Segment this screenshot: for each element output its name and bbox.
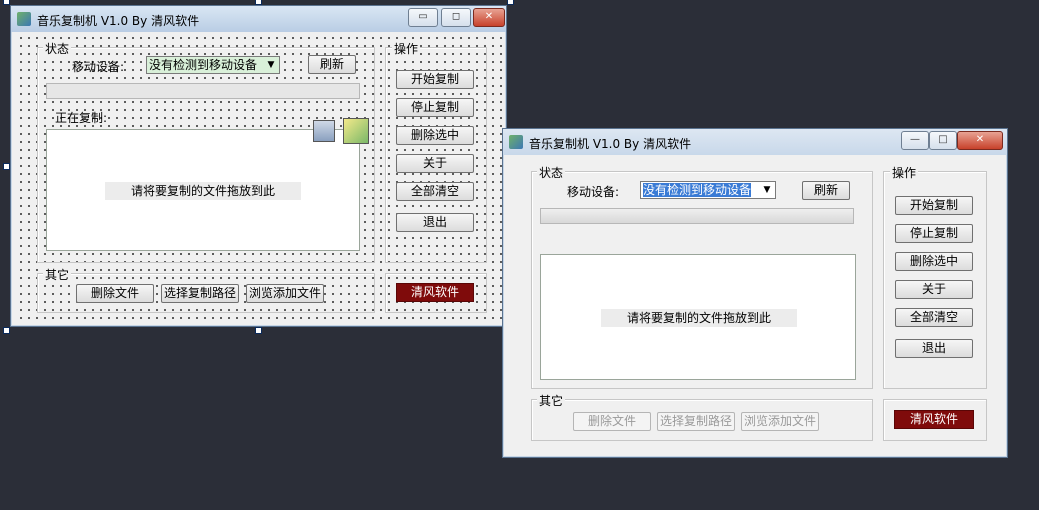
choose-path-button[interactable]: 选择复制路径 bbox=[161, 284, 239, 303]
device-label: 移动设备: bbox=[567, 185, 620, 199]
file-drop-area[interactable]: 请将要复制的文件拖放到此 bbox=[540, 254, 856, 380]
ops-group: 操作 开始复制 停止复制 删除选中 关于 全部清空 退出 bbox=[385, 40, 487, 263]
drop-hint: 请将要复制的文件拖放到此 bbox=[601, 309, 797, 327]
delete-selected-button[interactable]: 删除选中 bbox=[895, 252, 973, 271]
delete-selected-button[interactable]: 删除选中 bbox=[396, 126, 474, 145]
app-icon bbox=[17, 12, 31, 26]
close-button[interactable]: ✕ bbox=[957, 131, 1003, 150]
about-button[interactable]: 关于 bbox=[895, 280, 973, 299]
runtime-client: 状态 移动设备: 没有检测到移动设备 ▼ 刷新 请将要复制的文件拖放到此 操作 … bbox=[509, 159, 1001, 451]
component-icon[interactable] bbox=[313, 120, 335, 142]
file-drop-area[interactable]: 请将要复制的文件拖放到此 bbox=[46, 129, 360, 251]
designer-canvas: 状态 移动设备: 没有检测到移动设备 ▼ 刷新 正在复制: 请将要复制的文件拖放… bbox=[15, 32, 502, 322]
ops-group: 操作 开始复制 停止复制 删除选中 关于 全部清空 退出 bbox=[883, 164, 987, 389]
ops-group-label: 操作 bbox=[392, 40, 421, 57]
browse-add-button[interactable]: 浏览添加文件 bbox=[741, 412, 819, 431]
brand-button[interactable]: 清风软件 bbox=[894, 410, 974, 429]
other-group-label: 其它 bbox=[537, 392, 566, 409]
status-group: 状态 移动设备: 没有检测到移动设备 ▼ 刷新 请将要复制的文件拖放到此 bbox=[531, 164, 873, 389]
about-button[interactable]: 关于 bbox=[396, 154, 474, 173]
delete-file-button[interactable]: 删除文件 bbox=[573, 412, 651, 431]
resize-handle-ml[interactable] bbox=[3, 163, 10, 170]
maximize-button[interactable]: ◻ bbox=[441, 8, 471, 27]
exit-button[interactable]: 退出 bbox=[895, 339, 973, 358]
resize-handle-tc[interactable] bbox=[255, 0, 262, 5]
resize-handle-tl[interactable] bbox=[3, 0, 10, 5]
stop-copy-button[interactable]: 停止复制 bbox=[895, 224, 973, 243]
link-icon[interactable] bbox=[343, 118, 369, 144]
brand-group: 清风软件 bbox=[883, 399, 987, 441]
status-group: 状态 移动设备: 没有检测到移动设备 ▼ 刷新 正在复制: 请将要复制的文件拖放… bbox=[37, 40, 375, 263]
other-group: 其它 删除文件 选择复制路径 浏览添加文件 bbox=[37, 266, 375, 313]
status-group-label: 状态 bbox=[43, 40, 72, 57]
device-combo[interactable]: 没有检测到移动设备 ▼ bbox=[146, 56, 280, 74]
resize-handle-bc[interactable] bbox=[255, 327, 262, 334]
status-group-label: 状态 bbox=[537, 164, 566, 181]
start-copy-button[interactable]: 开始复制 bbox=[396, 70, 474, 89]
runtime-window: 音乐复制机 V1.0 By 清风软件 — □ ✕ 状态 移动设备: 没有检测到移… bbox=[502, 128, 1008, 458]
refresh-button[interactable]: 刷新 bbox=[308, 55, 356, 74]
clear-all-button[interactable]: 全部清空 bbox=[396, 182, 474, 201]
other-group-label: 其它 bbox=[43, 266, 72, 283]
exit-button[interactable]: 退出 bbox=[396, 213, 474, 232]
browse-add-button[interactable]: 浏览添加文件 bbox=[246, 284, 324, 303]
stop-copy-button[interactable]: 停止复制 bbox=[396, 98, 474, 117]
copy-progress bbox=[46, 83, 360, 99]
choose-path-button[interactable]: 选择复制路径 bbox=[657, 412, 735, 431]
other-group: 其它 删除文件 选择复制路径 浏览添加文件 bbox=[531, 392, 873, 441]
device-combo-value: 没有检测到移动设备 bbox=[149, 58, 258, 72]
device-combo[interactable]: 没有检测到移动设备 ▼ bbox=[640, 181, 776, 199]
minimize-button[interactable]: — bbox=[901, 131, 929, 150]
brand-group: 清风软件 bbox=[385, 273, 487, 313]
designer-titlebar: 音乐复制机 V1.0 By 清风软件 ▭ ◻ ✕ bbox=[11, 6, 506, 32]
close-button[interactable]: ✕ bbox=[473, 8, 505, 27]
copying-label: 正在复制: bbox=[55, 111, 108, 125]
maximize-button[interactable]: □ bbox=[929, 131, 957, 150]
app-icon bbox=[509, 135, 523, 149]
delete-file-button[interactable]: 删除文件 bbox=[76, 284, 154, 303]
device-combo-value: 没有检测到移动设备 bbox=[643, 183, 752, 197]
chevron-down-icon[interactable]: ▼ bbox=[264, 58, 278, 72]
copy-progress bbox=[540, 208, 854, 224]
runtime-titlebar: 音乐复制机 V1.0 By 清风软件 — □ ✕ bbox=[503, 129, 1007, 155]
brand-button[interactable]: 清风软件 bbox=[396, 283, 474, 302]
designer-window: 音乐复制机 V1.0 By 清风软件 ▭ ◻ ✕ 状态 移动设备: 没有检测到移… bbox=[10, 5, 507, 327]
clear-all-button[interactable]: 全部清空 bbox=[895, 308, 973, 327]
designer-title: 音乐复制机 V1.0 By 清风软件 bbox=[37, 14, 200, 28]
drop-hint: 请将要复制的文件拖放到此 bbox=[105, 182, 301, 200]
runtime-title: 音乐复制机 V1.0 By 清风软件 bbox=[529, 137, 692, 151]
refresh-button[interactable]: 刷新 bbox=[802, 181, 850, 200]
ops-group-label: 操作 bbox=[890, 164, 919, 181]
minimize-button[interactable]: ▭ bbox=[408, 8, 438, 27]
start-copy-button[interactable]: 开始复制 bbox=[895, 196, 973, 215]
resize-handle-bl[interactable] bbox=[3, 327, 10, 334]
device-label: 移动设备: bbox=[72, 60, 125, 74]
resize-handle-tr[interactable] bbox=[507, 0, 514, 5]
chevron-down-icon[interactable]: ▼ bbox=[760, 183, 774, 197]
